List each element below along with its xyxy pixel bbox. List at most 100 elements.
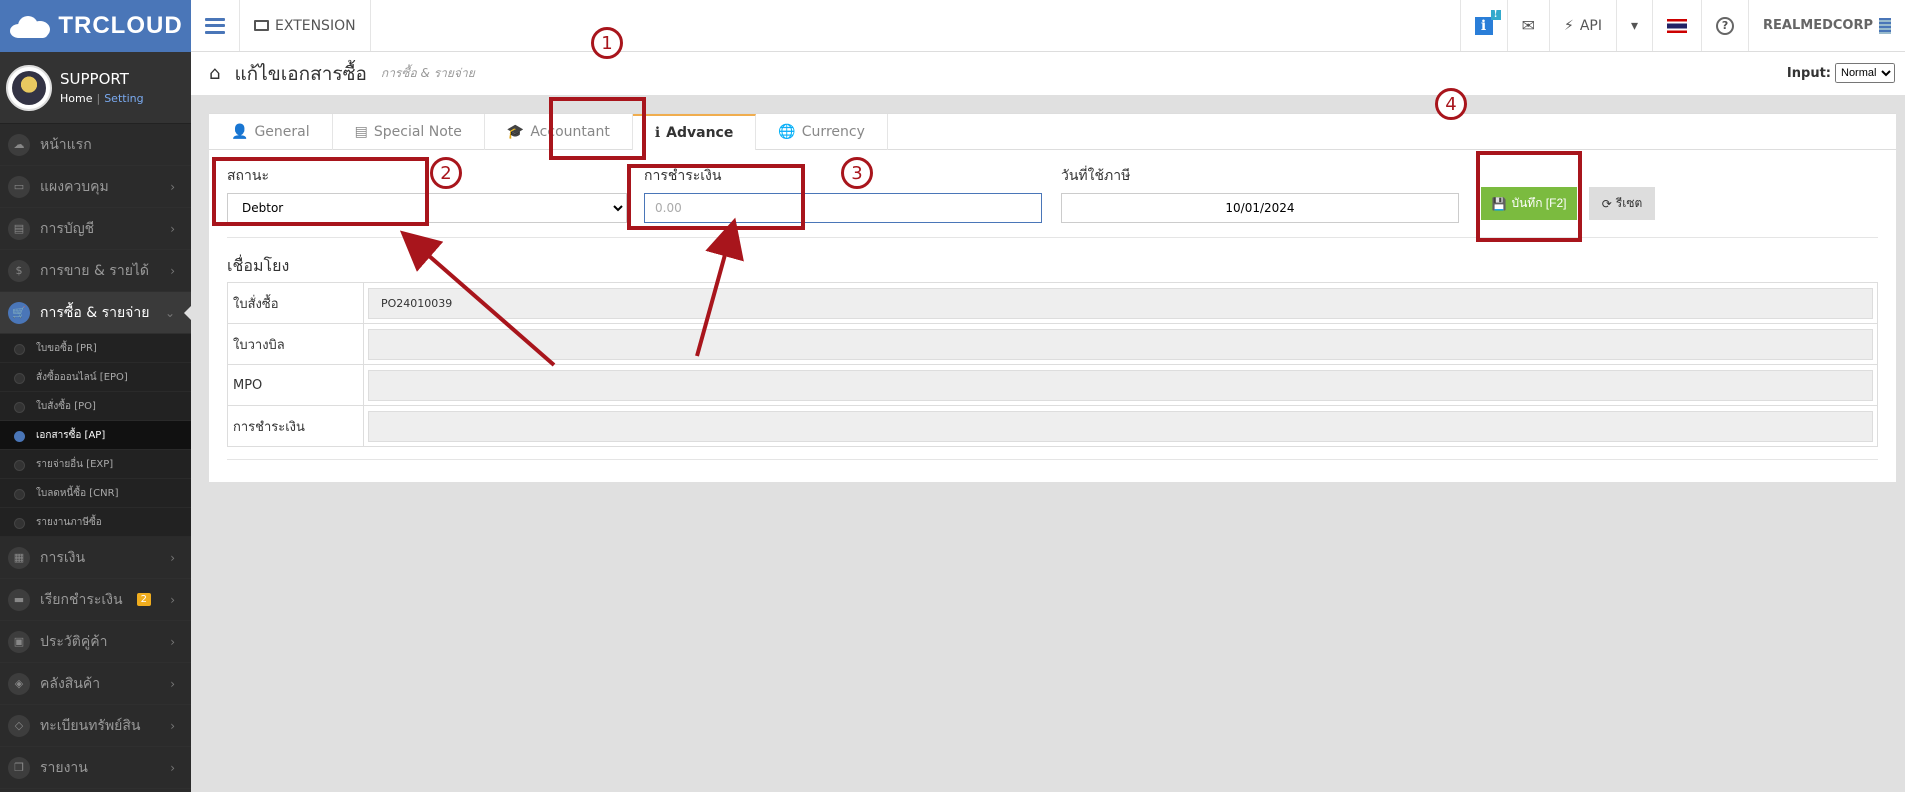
sidebar-item-label: ทะเบียนทรัพย์สิน [40,717,141,734]
sidebar-item-inventory[interactable]: ◈ คลังสินค้า › [0,663,191,705]
user-icon: 👤 [231,124,249,140]
chevron-right-icon: › [170,676,175,691]
sidebar-item-dashboard[interactable]: ▭ แผงควบคุม › [0,166,191,208]
info-button[interactable]: i! [1459,0,1507,51]
extension-label: EXTENSION [275,17,356,34]
submenu-item-cnr[interactable]: ใบลดหนี้ซื้อ [CNR] [0,479,191,508]
dropdown-button[interactable]: ▾ [1615,0,1652,51]
billing-link-field[interactable] [368,328,1873,360]
payment-field: การชำระเงิน [644,165,1042,223]
help-button[interactable]: ? [1701,0,1748,51]
language-button[interactable] [1652,0,1701,51]
link-label: ใบสั่งซื้อ [227,282,364,324]
sidebar-item-label: การบัญชี [40,220,95,237]
contact-icon: ▣ [8,630,30,653]
sidebar-item-accounting[interactable]: ▤ การบัญชี › [0,208,191,250]
submenu-item-exp[interactable]: รายจ่ายอื่น [EXP] [0,450,191,479]
sidebar-item-reports[interactable]: ❐ รายงาน › [0,747,191,789]
monitor-icon: ▭ [8,175,30,198]
page-title: แก้ไขเอกสารซื้อ [234,62,367,85]
refresh-icon: ⟳ [1601,196,1612,211]
building-icon [1879,17,1891,34]
company-button[interactable]: REALMEDCORP [1748,0,1905,51]
sidebar-item-purchases[interactable]: 🛒 การซื้อ & รายจ่าย ⌄ [0,292,191,334]
mail-button[interactable]: ✉ [1506,0,1549,51]
envelope-icon: ✉ [1521,16,1535,35]
table-row: การชำระเงิน [227,405,1878,447]
chevron-right-icon: › [170,263,175,278]
sidebar-item-label: รายงาน [40,759,88,776]
menu-toggle-button[interactable] [191,0,240,51]
cloud-logo-icon [8,14,52,38]
company-name: REALMEDCORP [1763,18,1873,33]
tab-label: Special Note [373,124,462,140]
sidebar-item-assets[interactable]: ◇ ทะเบียนทรัพย์สิน › [0,705,191,747]
sidebar-item-finance[interactable]: ▦ การเงิน › [0,537,191,579]
table-row: ใบวางบิล [227,323,1878,365]
home-link[interactable]: Home [60,92,92,105]
home-icon[interactable]: ⌂ [209,63,220,84]
monitor-icon [254,20,269,31]
payment-input[interactable] [644,193,1042,223]
submenu-item-po[interactable]: ใบสั่งซื้อ [PO] [0,392,191,421]
tab-general[interactable]: 👤 General [209,114,333,150]
sidebar-item-billing[interactable]: ▬ เรียกชำระเงิน 2 › [0,579,191,621]
submenu-item-ap[interactable]: เอกสารซื้อ [AP] [0,421,191,450]
chevron-right-icon: › [170,221,175,236]
user-profile: SUPPORT Home | Setting [0,52,191,124]
avatar[interactable] [6,64,52,111]
status-label: สถานะ [227,168,269,184]
divider [227,237,1878,238]
sidebar-item-sales[interactable]: $ การขาย & รายได้ › [0,250,191,292]
status-select[interactable]: Debtor [227,193,627,223]
payment-link-field[interactable] [368,410,1873,442]
sidebar-item-label: หน้าแรก [40,136,92,153]
save-label: บันทึก [F2] [1511,196,1567,210]
tab-special-note[interactable]: ▤ Special Note [333,114,485,150]
extension-button[interactable]: EXTENSION [240,0,371,51]
reset-button[interactable]: ⟳ รีเซต [1589,187,1655,220]
question-icon: ? [1716,16,1735,35]
chevron-right-icon: › [170,550,175,565]
sidebar-item-home[interactable]: ☁ หน้าแรก [0,124,191,166]
submenu-item-epo[interactable]: สั่งซื้อออนไลน์ [EPO] [0,363,191,392]
reset-label: รีเซต [1615,196,1643,210]
submenu-item-tax-report[interactable]: รายงานภาษีซื้อ [0,508,191,537]
po-link-field[interactable]: PO24010039 [368,287,1873,319]
tax-date-input[interactable] [1061,193,1459,223]
api-button[interactable]: ⚡ API [1548,0,1616,51]
info-icon: i! [1474,9,1501,35]
save-button[interactable]: 💾 บันทึก [F2] [1481,187,1577,220]
mpo-link-field[interactable] [368,369,1873,401]
topbar: EXTENSION i! ✉ ⚡ API ▾ ? REALMEDCORP [191,0,1905,52]
sidebar-item-label: การขาย & รายได้ [40,262,150,279]
table-row: ใบสั่งซื้อ PO24010039 [227,282,1878,324]
sidebar-item-partners[interactable]: ▣ ประวัติคู่ค้า › [0,621,191,663]
chevron-right-icon: › [170,634,175,649]
tab-advance[interactable]: ℹ Advance [632,114,757,150]
sidebar-item-label: การซื้อ & รายจ่าย [40,304,150,321]
diamond-icon: ◇ [8,714,30,737]
status-field: สถานะ Debtor [227,165,627,223]
link-label: ใบวางบิล [227,323,364,365]
graduation-icon: 🎓 [506,124,525,140]
tab-label: Accountant [530,124,610,140]
link-label: การชำระเงิน [227,405,364,447]
book-icon: ▤ [8,217,30,240]
link-label: MPO [227,364,364,406]
tab-currency[interactable]: 🌐 Currency [756,114,888,150]
submenu-item-pr[interactable]: ใบขอซื้อ [PR] [0,334,191,363]
input-mode-select[interactable]: Normal [1835,63,1895,83]
links-title: เชื่อมโยง [227,256,290,275]
dollar-icon: $ [8,259,30,282]
document-card: 👤 General ▤ Special Note 🎓 Accountant ℹ … [209,113,1896,482]
floppy-icon: 💾 [1491,196,1507,211]
info-badge: ! [1490,9,1501,20]
setting-link[interactable]: Setting [104,92,143,105]
sidebar-item-label: การเงิน [40,549,86,566]
logo[interactable]: TRCLOUD [0,0,191,52]
api-label: API [1579,17,1602,34]
profile-name: SUPPORT [60,70,129,88]
tab-accountant[interactable]: 🎓 Accountant [485,114,633,150]
caret-down-icon: ▾ [1630,17,1639,34]
